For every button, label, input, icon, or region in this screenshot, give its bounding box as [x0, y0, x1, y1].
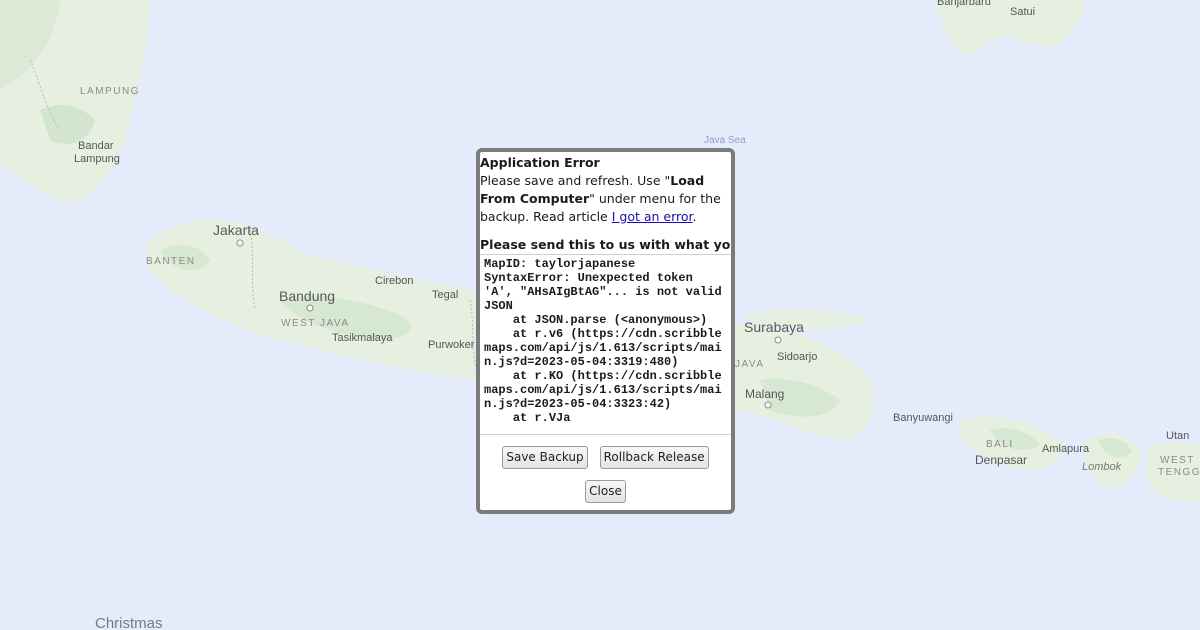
- city-dot-surabaya: [774, 336, 782, 344]
- close-button[interactable]: Close: [585, 480, 626, 503]
- map-label-lombok: Lombok: [1082, 461, 1122, 473]
- dialog-line1-prefix: Please save and refresh. Use ": [480, 173, 671, 188]
- dialog-message: Please save and refresh. Use "Load From …: [480, 172, 731, 226]
- dialog-line2-suffix: .: [692, 209, 697, 224]
- map-label-bali: BALI: [986, 439, 1014, 450]
- map-label-bandar-lampung-1: Bandar: [78, 140, 114, 152]
- rollback-release-button[interactable]: Rollback Release: [599, 446, 709, 469]
- map-label-cirebon: Cirebon: [375, 275, 414, 287]
- map-label-amlapura: Amlapura: [1042, 443, 1090, 455]
- map-label-christmas: Christmas: [95, 615, 163, 630]
- map-label-tegal: Tegal: [432, 289, 459, 301]
- dialog-close-row: Close: [480, 480, 731, 503]
- map-label-lampung: LAMPUNG: [80, 86, 140, 97]
- error-log-textarea[interactable]: MapID: taylorjapanese SyntaxError: Unexp…: [480, 254, 731, 435]
- map-label-utan: Utan: [1166, 430, 1190, 442]
- dialog-actions: Save Backup Rollback Release: [480, 446, 731, 469]
- article-link[interactable]: I got an error: [612, 209, 693, 224]
- application-error-dialog: Application Error Please save and refres…: [476, 148, 735, 514]
- dialog-send-instruction: Please send this to us with what you: [480, 237, 731, 252]
- map-label-banyuwangi: Banyuwangi: [893, 412, 953, 424]
- dialog-line2-prefix: Read article: [533, 209, 612, 224]
- map-label-banten: BANTEN: [146, 256, 196, 267]
- map-label-surabaya: Surabaya: [744, 319, 804, 335]
- city-dot-malang: [764, 401, 772, 409]
- map-label-malang: Malang: [745, 387, 785, 401]
- map-label-west-java: WEST JAVA: [281, 318, 350, 329]
- map-label-denpasar: Denpasar: [975, 453, 1028, 467]
- map-label-java-sea: Java Sea: [704, 135, 746, 146]
- map-label-tengga: TENGG: [1158, 467, 1200, 478]
- city-dot-jakarta: [236, 239, 244, 247]
- save-backup-button[interactable]: Save Backup: [502, 446, 588, 469]
- map-label-jakarta: Jakarta: [213, 222, 259, 238]
- map-label-purwokerto: Purwoker: [428, 339, 475, 351]
- map-label-sidoarjo: Sidoarjo: [777, 351, 818, 363]
- map-label-tasikmalaya: Tasikmalaya: [332, 332, 393, 344]
- dialog-title: Application Error: [480, 155, 600, 170]
- map-label-east-java: JAVA: [735, 359, 765, 370]
- map-label-bandar-lampung-2: Lampung: [74, 153, 120, 165]
- city-dot-bandung: [306, 304, 314, 312]
- map-label-banjarbaru: Banjarbaru: [937, 0, 991, 8]
- map-label-satui: Satui: [1010, 6, 1036, 18]
- map-label-west-nusa: WEST: [1160, 455, 1195, 466]
- map-label-bandung: Bandung: [279, 288, 336, 304]
